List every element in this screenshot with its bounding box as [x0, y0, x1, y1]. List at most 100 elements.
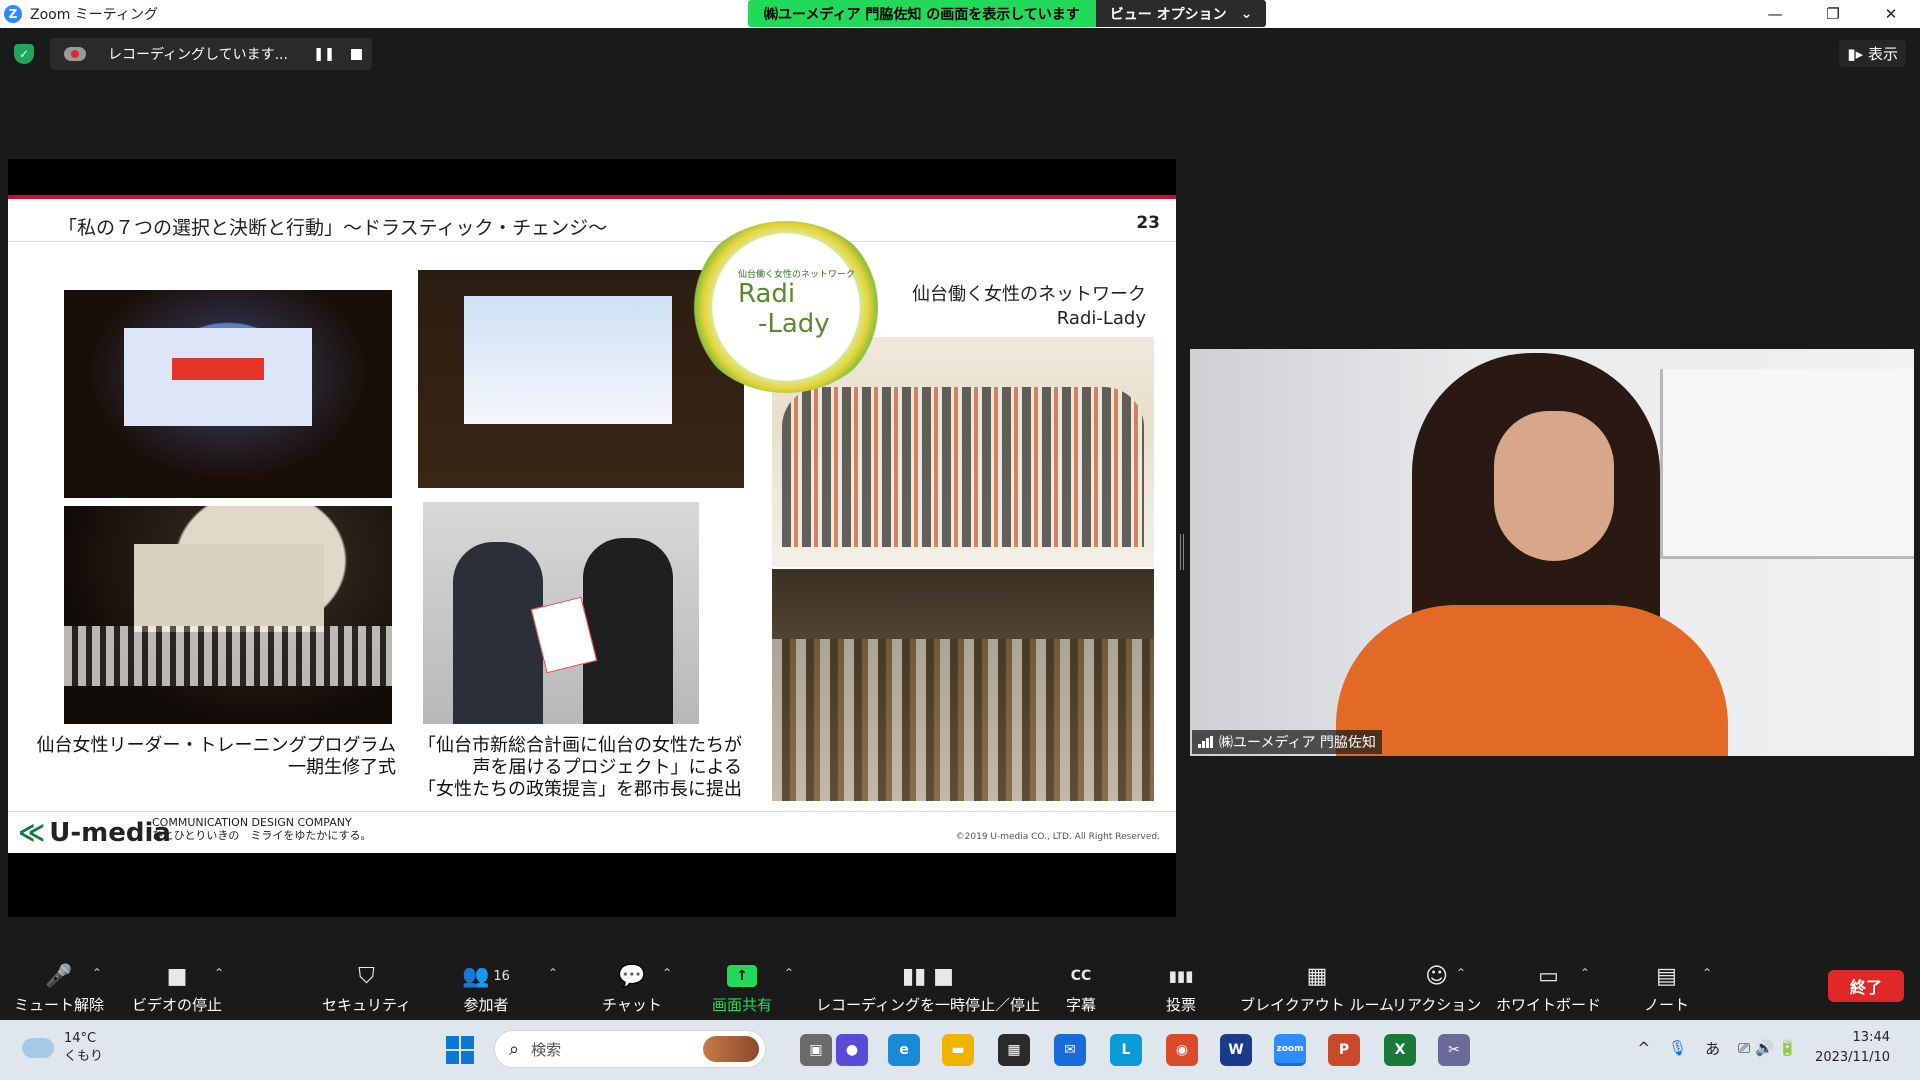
taskbar-app-mail-icon[interactable]: ✉	[1054, 1034, 1086, 1066]
view-button[interactable]: ▮▸ 表示	[1839, 40, 1906, 67]
taskbar-app-zoom-chat-icon[interactable]: ●	[836, 1034, 868, 1066]
participant-video-tile[interactable]: ㈱ユーメディア 門脇佐知	[1190, 349, 1914, 756]
umedia-mark-icon: ≪	[18, 818, 46, 848]
pause-recording-button[interactable]: ❚❚	[313, 47, 335, 62]
chat-bubble-icon: 💬	[618, 963, 646, 989]
network-title-line2: Radi-Lady	[1056, 308, 1146, 329]
background-whiteboard	[1660, 369, 1914, 559]
taskbar-clock[interactable]: 13:44 2023/11/10	[1815, 1028, 1890, 1068]
whiteboard-options-caret[interactable]: ⌃	[1580, 966, 1590, 980]
windows-start-button[interactable]	[446, 1036, 474, 1064]
network-volume-battery-icons[interactable]: ⎚ 🔊 🔋	[1738, 1039, 1797, 1057]
umedia-tagline: COMMUNICATION DESIGN COMPANY ひとひとりいきの ミラ…	[152, 816, 371, 842]
share-banner-text: ㈱ユーメディア 門脇佐知 の画面を表示しています	[748, 0, 1096, 27]
temperature: 14°C	[64, 1031, 97, 1046]
breakout-rooms-button[interactable]: ▦ ブレイクアウト ルーム	[1240, 962, 1394, 1018]
security-button[interactable]: ⛉ セキュリティ	[322, 962, 411, 1018]
encryption-shield-icon[interactable]: ✓	[14, 44, 34, 64]
weather-widget[interactable]: 14°C くもり	[22, 1030, 103, 1066]
clock-date: 2023/11/10	[1815, 1050, 1890, 1065]
notes-label: ノート	[1644, 996, 1690, 1014]
taskbar-app-l-app-icon[interactable]: L	[1110, 1034, 1142, 1066]
chevron-down-icon: ⌄	[1240, 5, 1253, 22]
participants-button[interactable]: 👥 16 参加者	[462, 962, 510, 1018]
taskbar-app-zoom-icon[interactable]: zoom	[1274, 1034, 1306, 1066]
reactions-options-caret[interactable]: ⌃	[1456, 966, 1466, 980]
caption-middle-line1: 「仙台市新総合計画に仙台の女性たちが	[418, 735, 742, 756]
caption-left: 仙台女性リーダー・トレーニングプログラム 一期生修了式	[34, 735, 396, 779]
microphone-icon[interactable]: 🎙	[1668, 1039, 1687, 1057]
network-title: 仙台働く女性のネットワーク Radi-Lady	[912, 283, 1146, 331]
reaction-smiley-icon: ☺	[1425, 963, 1449, 989]
window-titlebar: Z Zoom ミーティング ㈱ユーメディア 門脇佐知 の画面を表示しています ビ…	[0, 0, 1920, 28]
pause-stop-recording-label: レコーディングを一時停止／停止	[816, 996, 1040, 1014]
caption-left-line2: 一期生修了式	[288, 757, 396, 778]
video-camera-icon: ■	[166, 963, 188, 989]
taskbar-app-task-view-icon[interactable]: ▣	[800, 1034, 832, 1066]
shared-screen[interactable]: 「私の７つの選択と決断と行動」〜ドラスティック・チェンジ〜 23 仙台働く女性の…	[8, 159, 1176, 917]
polls-label: 投票	[1166, 996, 1197, 1014]
ime-mode-indicator[interactable]: あ	[1705, 1038, 1720, 1059]
notes-options-caret[interactable]: ⌃	[1702, 966, 1712, 980]
share-banner: ㈱ユーメディア 門脇佐知 の画面を表示しています ビュー オプション ⌄	[748, 0, 1267, 27]
share-options-caret[interactable]: ⌃	[784, 966, 794, 980]
taskbar-app-snipping-icon[interactable]: ✂	[1438, 1034, 1470, 1066]
recording-controls-icon: ▮▮ ■	[901, 963, 954, 989]
unmute-button[interactable]: 🎤 ミュート解除	[14, 962, 104, 1018]
captions-button[interactable]: CC 字幕	[1066, 962, 1096, 1018]
pause-stop-recording-button[interactable]: ▮▮ ■ レコーディングを一時停止／停止	[816, 962, 1040, 1018]
whiteboard-label: ホワイトボード	[1496, 996, 1602, 1014]
chat-options-caret[interactable]: ⌃	[662, 966, 672, 980]
participants-options-caret[interactable]: ⌃	[548, 966, 558, 980]
close-button[interactable]: ✕	[1862, 0, 1920, 28]
notes-icon: ▤	[1656, 963, 1677, 989]
stop-recording-button[interactable]	[351, 48, 362, 60]
participants-label: 参加者	[463, 996, 509, 1014]
audio-options-caret[interactable]: ⌃	[92, 966, 102, 980]
breakout-rooms-label: ブレイクアウト ルーム	[1240, 996, 1395, 1014]
recording-indicator: レコーディングしています... ❚❚	[50, 38, 372, 70]
view-options-button[interactable]: ビュー オプション ⌄	[1095, 0, 1267, 27]
chat-button[interactable]: 💬 チャット	[602, 962, 662, 1018]
taskbar-app-explorer-icon[interactable]: ▬	[942, 1034, 974, 1066]
windows-taskbar: 14°C くもり ⌕ 検索 ▣ ● e ▬ ▦ ✉ L ◉ Wzoom P X ✂ ^ 🎙 あ ⎚ 🔊…	[0, 1020, 1920, 1080]
cloud-recording-icon	[64, 47, 86, 61]
view-options-label: ビュー オプション	[1109, 6, 1227, 23]
meeting-area: ✓ レコーディングしています... ❚❚ ▮▸ 表示 「私の７つの選択と決断と行…	[0, 28, 1920, 958]
maximize-button[interactable]: ❐	[1804, 0, 1862, 28]
share-screen-button[interactable]: ↑ 画面共有	[712, 962, 772, 1018]
participant-name: ㈱ユーメディア 門脇佐知	[1219, 735, 1376, 751]
minimize-button[interactable]: —	[1746, 0, 1804, 28]
end-meeting-button[interactable]: 終了	[1828, 970, 1904, 1002]
umedia-logo: ≪ U-media	[18, 818, 171, 848]
share-screen-label: 画面共有	[712, 996, 773, 1014]
caption-middle-line3: 「女性たちの政策提言」を郡市長に提出	[418, 779, 742, 800]
network-title-line1: 仙台働く女性のネットワーク	[912, 284, 1146, 305]
polls-button[interactable]: ▮▮▮ 投票	[1166, 962, 1196, 1018]
taskbar-app-w-app-icon[interactable]: W	[1220, 1034, 1252, 1066]
security-shield-icon: ⛉	[358, 963, 375, 989]
taskbar-search-box[interactable]: ⌕ 検索	[494, 1030, 766, 1068]
taskbar-app-store-icon[interactable]: ▦	[998, 1034, 1030, 1066]
split-view-handle[interactable]	[1180, 534, 1184, 570]
search-highlight-image	[703, 1036, 759, 1062]
video-options-caret[interactable]: ⌃	[214, 966, 224, 980]
notes-button[interactable]: ▤ ノート	[1644, 962, 1689, 1018]
taskbar-app-chrome-icon[interactable]: ◉	[1166, 1034, 1198, 1066]
slide-page-number: 23	[1136, 213, 1160, 233]
captions-label: 字幕	[1066, 996, 1097, 1014]
window-controls: — ❐ ✕	[1746, 0, 1920, 28]
share-screen-icon: ↑	[727, 965, 757, 987]
taskbar-app-edge-icon[interactable]: e	[888, 1034, 920, 1066]
taskbar-app-excel-icon[interactable]: X	[1384, 1034, 1416, 1066]
zoom-app-icon: Z	[4, 5, 22, 23]
meeting-toolbar: 🎤 ミュート解除 ⌃ ■ ビデオの停止 ⌃ ⛉ セキュリティ 👥 16 参加者 ⌃…	[0, 958, 1920, 1020]
stop-video-button[interactable]: ■ ビデオの停止	[132, 962, 222, 1018]
caption-left-line1: 仙台女性リーダー・トレーニングプログラム	[36, 735, 396, 756]
umedia-tagline-line2: ひとひとりいきの ミライをゆたかにする。	[152, 829, 372, 842]
window-title: Zoom ミーティング	[30, 7, 158, 23]
participant-count: 16	[493, 968, 510, 984]
taskbar-app-powerpoint-icon[interactable]: P	[1328, 1034, 1360, 1066]
chevron-up-icon[interactable]: ^	[1638, 1039, 1651, 1057]
reactions-button[interactable]: ☺ リアクション	[1392, 962, 1481, 1018]
